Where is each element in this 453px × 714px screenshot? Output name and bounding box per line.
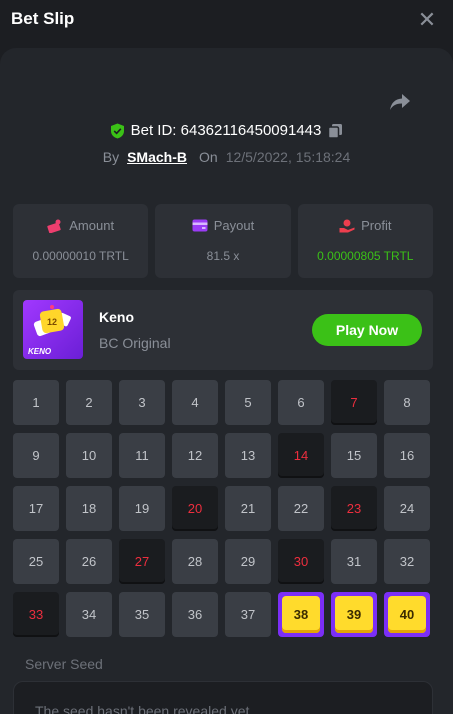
keno-cell[interactable]: 23: [331, 486, 377, 531]
keno-cell[interactable]: 2: [66, 380, 112, 425]
keno-cell[interactable]: 14: [278, 433, 324, 478]
keno-cell[interactable]: 22: [278, 486, 324, 531]
keno-cell[interactable]: 26: [66, 539, 112, 584]
keno-hit-tile: 39: [335, 596, 373, 633]
keno-cell[interactable]: 19: [119, 486, 165, 531]
server-seed-value: The seed hasn't been revealed yet: [35, 703, 250, 714]
copy-icon[interactable]: [327, 123, 343, 139]
keno-cell[interactable]: 13: [225, 433, 271, 478]
keno-cell[interactable]: 18: [66, 486, 112, 531]
keno-logo-icon: 12 KENO: [28, 305, 71, 356]
header: Bet Slip ✕: [0, 0, 453, 40]
keno-thumbnail[interactable]: 12 KENO: [23, 300, 83, 359]
keno-cell[interactable]: 40: [384, 592, 430, 637]
keno-cell[interactable]: 15: [331, 433, 377, 478]
keno-cell[interactable]: 33: [13, 592, 59, 637]
bet-date: 12/5/2022, 15:18:24: [225, 149, 351, 165]
game-name: Keno: [99, 309, 134, 325]
keno-hit-tile: 40: [388, 596, 426, 633]
keno-cell[interactable]: 32: [384, 539, 430, 584]
keno-cell[interactable]: 39: [331, 592, 377, 637]
game-card: 12 KENO Keno BC Original Play Now: [13, 290, 433, 370]
keno-cell[interactable]: 21: [225, 486, 271, 531]
keno-cell[interactable]: 20: [172, 486, 218, 531]
amount-label: Amount: [69, 218, 115, 233]
keno-cell[interactable]: 27: [119, 539, 165, 584]
keno-board: 1 2 3 4 5 6 7 8 9 10 11 12 13 14 15 16 17 18 19 20 21 22 23 24 2…: [13, 380, 433, 637]
keno-thumb-text: KENO: [28, 347, 52, 356]
keno-cell[interactable]: 17: [13, 486, 59, 531]
keno-cell[interactable]: 9: [13, 433, 59, 478]
profit-icon: [339, 219, 355, 232]
keno-cell[interactable]: 28: [172, 539, 218, 584]
game-provider: BC Original: [99, 335, 171, 351]
keno-cell[interactable]: 5: [225, 380, 271, 425]
profit-card: Profit 0.00000805 TRTL: [297, 204, 433, 278]
keno-cell[interactable]: 29: [225, 539, 271, 584]
user-link[interactable]: SMach-B: [127, 149, 187, 165]
keno-cell[interactable]: 16: [384, 433, 430, 478]
keno-cell[interactable]: 12: [172, 433, 218, 478]
keno-cell[interactable]: 37: [225, 592, 271, 637]
keno-cell[interactable]: 11: [119, 433, 165, 478]
keno-cell[interactable]: 34: [66, 592, 112, 637]
payout-label: Payout: [213, 218, 255, 233]
keno-cell[interactable]: 6: [278, 380, 324, 425]
close-icon[interactable]: ✕: [417, 9, 437, 31]
page-title: Bet Slip: [11, 9, 75, 28]
keno-cell[interactable]: 3: [119, 380, 165, 425]
amount-value: 0.00000010 TRTL: [32, 249, 129, 263]
amount-icon: [47, 219, 61, 233]
stats-row: Amount 0.00000010 TRTL Payout 81.5 x Pro…: [13, 204, 433, 278]
payout-value: 81.5 x: [206, 249, 240, 263]
keno-cell[interactable]: 30: [278, 539, 324, 584]
keno-tile-number: 12: [47, 317, 57, 327]
keno-cell[interactable]: 7: [331, 380, 377, 425]
keno-cell[interactable]: 8: [384, 380, 430, 425]
payout-icon: [192, 219, 208, 232]
shield-icon: [110, 123, 124, 138]
bet-id: Bet ID: 64362116450091443: [130, 122, 322, 139]
keno-cell[interactable]: 10: [66, 433, 112, 478]
keno-cell[interactable]: 35: [119, 592, 165, 637]
keno-cell[interactable]: 36: [172, 592, 218, 637]
bet-meta-row: By SMach-B On 12/5/2022, 15:18:24: [0, 149, 453, 165]
amount-card: Amount 0.00000010 TRTL: [13, 204, 149, 278]
share-icon[interactable]: [389, 92, 411, 112]
profit-value: 0.00000805 TRTL: [317, 249, 414, 263]
keno-cell[interactable]: 24: [384, 486, 430, 531]
keno-cell[interactable]: 4: [172, 380, 218, 425]
keno-cell[interactable]: 25: [13, 539, 59, 584]
on-label: On: [199, 149, 218, 165]
bet-id-row: Bet ID: 64362116450091443: [0, 122, 453, 139]
keno-cell[interactable]: 31: [331, 539, 377, 584]
profit-label: Profit: [361, 218, 392, 233]
by-label: By: [102, 149, 120, 165]
payout-card: Payout 81.5 x: [155, 204, 291, 278]
keno-hit-tile: 38: [282, 596, 320, 633]
keno-cell[interactable]: 1: [13, 380, 59, 425]
server-seed-label: Server Seed: [25, 656, 103, 672]
server-seed-field: The seed hasn't been revealed yet: [13, 681, 433, 714]
play-now-button[interactable]: Play Now: [312, 314, 422, 346]
keno-cell[interactable]: 38: [278, 592, 324, 637]
